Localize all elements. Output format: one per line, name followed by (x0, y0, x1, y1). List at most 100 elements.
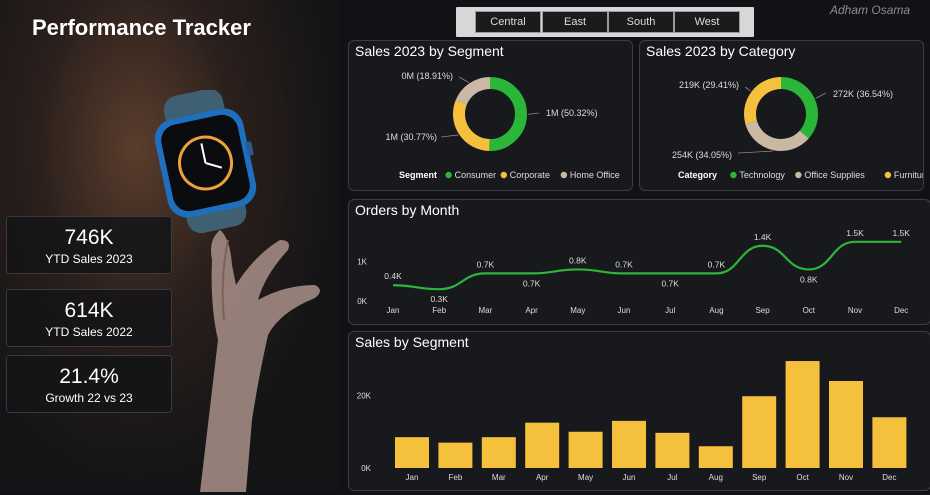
kpi-label: YTD Sales 2023 (7, 252, 171, 266)
bar-jun (612, 421, 646, 468)
bar-oct (786, 361, 820, 468)
x-tick-label: Jul (667, 473, 677, 482)
sales-bar-panel: Sales by Segment 0K20KJanFebMarAprMayJun… (348, 331, 930, 491)
donut-slice-consumer (489, 83, 521, 145)
legend-swatch (445, 172, 451, 178)
data-label: 0.3K (430, 294, 448, 304)
chart-title: Orders by Month (355, 202, 459, 218)
category-donut-chart: 272K (36.54%) 254K (34.05%) 219K (29.41%) C… (640, 41, 923, 190)
y-tick-label: 0K (361, 464, 371, 473)
donut-slice-technology (781, 83, 812, 135)
x-tick-label: Sep (755, 306, 770, 315)
data-label: 1.5K (846, 228, 864, 238)
x-tick-label: Jun (623, 473, 636, 482)
data-label: 0.7K (523, 278, 541, 288)
data-label: 0.7K (477, 259, 495, 269)
orders-line-panel: Orders by Month 0K1K0.4KJan0.3KFeb0.7KMa… (348, 199, 930, 325)
x-tick-label: Sep (752, 473, 767, 482)
legend-entry: Technology (739, 170, 785, 180)
hand-icon (200, 230, 320, 492)
leader-line (528, 113, 539, 114)
x-tick-label: Feb (432, 306, 446, 315)
bar-feb (438, 443, 472, 468)
leader-line (459, 77, 469, 83)
x-tick-label: Aug (709, 473, 723, 482)
x-tick-label: May (570, 306, 585, 315)
x-tick-label: Apr (525, 306, 538, 315)
leader-line (738, 151, 773, 153)
legend-swatch (561, 172, 567, 178)
category-donut-panel: Sales 2023 by Category 272K (36.54%) 254K… (639, 40, 924, 191)
legend-swatch (730, 172, 736, 178)
legend-entry: Home Office (570, 170, 620, 180)
kpi-label: YTD Sales 2022 (7, 325, 171, 339)
x-tick-label: Jun (618, 306, 631, 315)
leader-line (745, 87, 751, 91)
bar-mar (482, 437, 516, 468)
chart-title: Sales by Segment (355, 334, 469, 350)
orders-line-chart: 0K1K0.4KJan0.3KFeb0.7KMar0.7KApr0.8KMay0… (349, 200, 930, 324)
sales-bar-chart: 0K20KJanFebMarAprMayJunJulAugSepOctNovDe… (349, 332, 930, 490)
leader-line (816, 93, 826, 98)
leader-line (441, 135, 458, 137)
author-watermark: Adham Osama (830, 3, 910, 17)
legend-swatch (795, 172, 801, 178)
legend-swatch (501, 172, 507, 178)
data-label: 0.8K (569, 255, 587, 265)
legend-entry: Consumer (455, 170, 497, 180)
kpi-value: 614K (7, 299, 171, 323)
bar-dec (872, 417, 906, 468)
data-label: 0.7K (708, 259, 726, 269)
segment-donut-chart: 1M (50.32%)1M (30.77%)0M (18.91%)Segment… (349, 41, 632, 190)
page-title: Performance Tracker (32, 15, 251, 41)
x-tick-label: Aug (709, 306, 723, 315)
y-tick-label: 1K (357, 258, 367, 267)
bar-may (569, 432, 603, 468)
bar-aug (699, 446, 733, 468)
region-button-south[interactable]: South (608, 11, 674, 33)
segment-donut-panel: Sales 2023 by Segment 1M (50.32%)1M (30.… (348, 40, 633, 191)
slice-data-label: 272K (36.54%) (833, 89, 893, 99)
data-label: 0.7K (661, 278, 679, 288)
chart-title: Sales 2023 by Category (646, 43, 795, 59)
x-tick-label: Apr (536, 473, 549, 482)
x-tick-label: Mar (479, 306, 493, 315)
kpi-growth: 21.4% Growth 22 vs 23 (6, 355, 172, 413)
region-button-east[interactable]: East (542, 11, 608, 33)
region-button-west[interactable]: West (674, 11, 740, 33)
chart-title: Sales 2023 by Segment (355, 43, 504, 59)
kpi-label: Growth 22 vs 23 (7, 391, 171, 405)
slice-data-label: 219K (29.41%) (679, 80, 739, 90)
legend-title: Category (678, 170, 717, 180)
bar-apr (525, 423, 559, 468)
y-tick-label: 20K (357, 392, 372, 401)
kpi-ytd-sales-2022: 614K YTD Sales 2022 (6, 289, 172, 347)
x-tick-label: Mar (492, 473, 506, 482)
bar-nov (829, 381, 863, 468)
legend-entry: Office Supplies (804, 170, 865, 180)
legend-swatch (885, 172, 891, 178)
slice-data-label: 0M (18.91%) (401, 71, 453, 81)
donut-slice-office-supplies (751, 122, 804, 145)
donut-slice-home-office (461, 83, 490, 102)
x-tick-label: Jul (665, 306, 675, 315)
x-tick-label: Oct (803, 306, 816, 315)
kpi-ytd-sales-2023: 746K YTD Sales 2023 (6, 216, 172, 274)
slice-data-label: 1M (50.32%) (546, 108, 598, 118)
data-label: 0.8K (800, 274, 818, 284)
x-tick-label: Dec (894, 306, 908, 315)
legend-title: Segment (399, 170, 437, 180)
bar-jan (395, 437, 429, 468)
data-label: 0.4K (384, 271, 402, 281)
donut-slice-corporate (459, 102, 489, 145)
kpi-value: 746K (7, 226, 171, 250)
slice-data-label: 254K (34.05%) (672, 150, 732, 160)
x-tick-label: Feb (449, 473, 463, 482)
data-label: 1.5K (892, 228, 910, 238)
legend-entry: Furniture (894, 170, 923, 180)
legend-entry: Corporate (510, 170, 550, 180)
region-button-central[interactable]: Central (475, 11, 541, 33)
x-tick-label: Nov (848, 306, 862, 315)
data-label: 0.7K (615, 259, 633, 269)
region-slicer: Central East South West (456, 7, 754, 37)
